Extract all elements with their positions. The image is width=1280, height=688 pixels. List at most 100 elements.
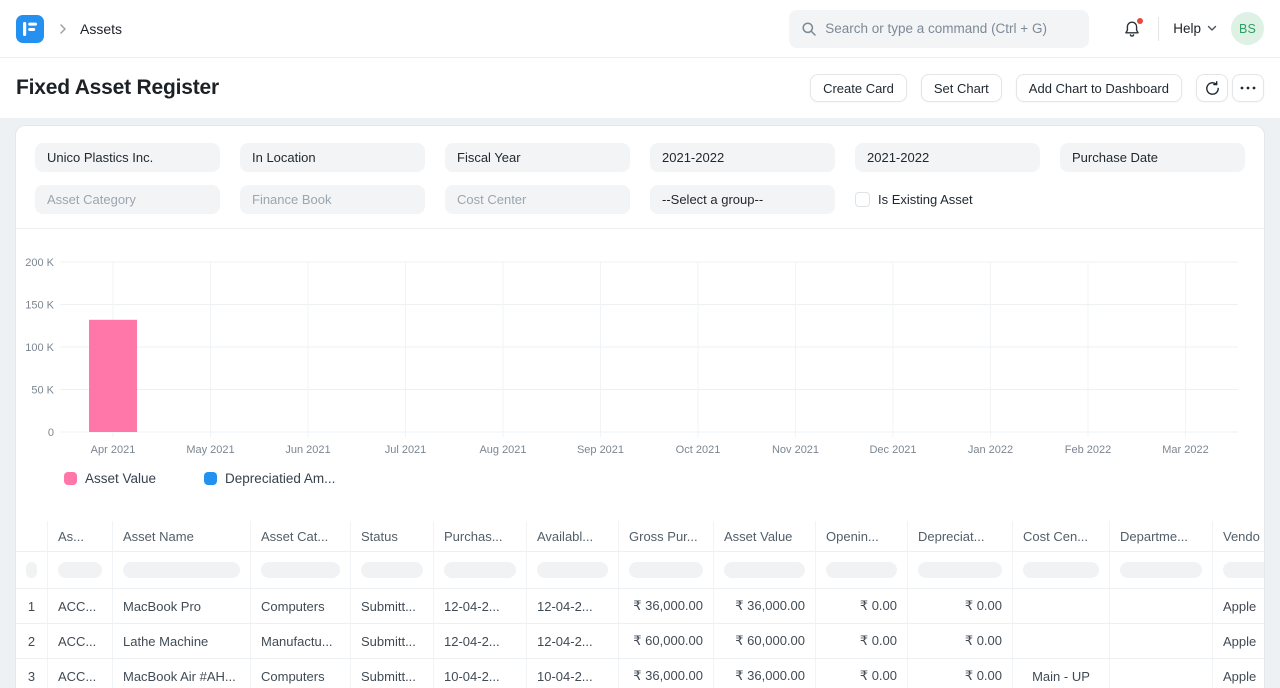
column-header[interactable]: Purchas... (433, 521, 526, 551)
search-input[interactable] (825, 21, 1077, 36)
table-cell[interactable]: ₹ 0.00 (815, 589, 907, 623)
column-header[interactable]: Openin... (815, 521, 907, 551)
set-chart-button[interactable]: Set Chart (921, 74, 1002, 102)
global-search[interactable] (789, 10, 1089, 48)
filter-asset-category[interactable]: Asset Category (35, 185, 220, 214)
column-filter-input[interactable] (537, 562, 608, 578)
table-cell[interactable]: Apple (1212, 624, 1265, 658)
column-filter-input[interactable] (26, 562, 37, 578)
table-cell[interactable] (1109, 659, 1212, 688)
column-filter-input[interactable] (58, 562, 102, 578)
table-cell[interactable]: 10-04-2... (526, 659, 618, 688)
user-avatar[interactable]: BS (1231, 12, 1264, 45)
more-options-button[interactable] (1232, 74, 1264, 102)
filter-date-based-on[interactable]: Purchase Date (1060, 143, 1245, 172)
column-header[interactable]: Asset Name (112, 521, 250, 551)
column-filter-input[interactable] (629, 562, 703, 578)
table-cell[interactable] (1109, 624, 1212, 658)
table-cell[interactable]: Submitt... (350, 624, 433, 658)
column-header[interactable]: Asset Value (713, 521, 815, 551)
filter-in-location[interactable]: In Location (240, 143, 425, 172)
column-header[interactable]: As... (47, 521, 112, 551)
notification-bell-button[interactable] (1119, 16, 1145, 42)
column-filter-input[interactable] (1023, 562, 1099, 578)
table-cell[interactable]: ₹ 36,000.00 (618, 659, 713, 688)
column-filter-input[interactable] (1120, 562, 1202, 578)
row-number[interactable]: 2 (16, 624, 47, 658)
column-filter-input[interactable] (1223, 562, 1265, 578)
filter-to-fiscal-year[interactable]: 2021-2022 (855, 143, 1040, 172)
table-cell[interactable]: MacBook Pro (112, 589, 250, 623)
filter-cost-center[interactable]: Cost Center (445, 185, 630, 214)
table-cell[interactable]: ACC... (47, 659, 112, 688)
table-cell[interactable]: ACC... (47, 589, 112, 623)
table-cell[interactable]: Submitt... (350, 589, 433, 623)
row-number-header[interactable] (16, 521, 47, 551)
column-header[interactable]: Status (350, 521, 433, 551)
table-cell[interactable]: 10-04-2... (433, 659, 526, 688)
table-cell[interactable]: ₹ 60,000.00 (713, 624, 815, 658)
legend-item[interactable]: Depreciatied Am... (204, 471, 335, 486)
table-cell[interactable]: 12-04-2... (433, 624, 526, 658)
table-cell[interactable] (1012, 589, 1109, 623)
table-cell[interactable]: Computers (250, 659, 350, 688)
table-cell[interactable]: ACC... (47, 624, 112, 658)
create-card-button[interactable]: Create Card (810, 74, 907, 102)
column-header[interactable]: Depreciat... (907, 521, 1012, 551)
filter-finance-book[interactable]: Finance Book (240, 185, 425, 214)
table-cell[interactable]: MacBook Air #AH... (112, 659, 250, 688)
table-cell[interactable]: Computers (250, 589, 350, 623)
column-header[interactable]: Gross Pur... (618, 521, 713, 551)
column-filter-cell (618, 552, 713, 588)
filter-company[interactable]: Unico Plastics Inc. (35, 143, 220, 172)
column-filter-input[interactable] (724, 562, 805, 578)
column-header[interactable]: Departme... (1109, 521, 1212, 551)
add-chart-to-dashboard-button[interactable]: Add Chart to Dashboard (1016, 74, 1182, 102)
table-cell[interactable]: ₹ 36,000.00 (713, 589, 815, 623)
table-cell[interactable]: ₹ 60,000.00 (618, 624, 713, 658)
legend-item[interactable]: Asset Value (64, 471, 156, 486)
table-cell[interactable]: Manufactu... (250, 624, 350, 658)
table-cell[interactable]: ₹ 36,000.00 (713, 659, 815, 688)
row-number[interactable]: 1 (16, 589, 47, 623)
table-cell[interactable] (1012, 624, 1109, 658)
column-header[interactable]: Asset Cat... (250, 521, 350, 551)
column-header[interactable]: Vendo (1212, 521, 1265, 551)
row-number[interactable]: 3 (16, 659, 47, 688)
table-cell[interactable]: 12-04-2... (526, 589, 618, 623)
column-header[interactable]: Availabl... (526, 521, 618, 551)
table-cell[interactable]: Apple (1212, 659, 1265, 688)
column-filter-input[interactable] (361, 562, 423, 578)
filter-group-by[interactable]: --Select a group-- (650, 185, 835, 214)
table-cell[interactable]: 12-04-2... (526, 624, 618, 658)
filter-from-fiscal-year[interactable]: 2021-2022 (650, 143, 835, 172)
svg-text:Jan 2022: Jan 2022 (968, 444, 1013, 456)
column-filter-input[interactable] (261, 562, 340, 578)
table-row: 1ACC...MacBook ProComputersSubmitt...12-… (16, 589, 1265, 624)
table-cell[interactable]: ₹ 0.00 (815, 659, 907, 688)
breadcrumb[interactable]: Assets (80, 21, 122, 37)
table-cell[interactable]: Apple (1212, 589, 1265, 623)
table-cell[interactable]: ₹ 36,000.00 (618, 589, 713, 623)
is-existing-asset-checkbox[interactable] (855, 192, 870, 207)
table-cell[interactable]: Submitt... (350, 659, 433, 688)
table-cell[interactable]: Main - UP (1012, 659, 1109, 688)
app-logo[interactable] (16, 15, 44, 43)
table-cell[interactable]: 12-04-2... (433, 589, 526, 623)
refresh-button[interactable] (1196, 74, 1228, 102)
asset-bar-chart[interactable]: 050 K100 K150 K200 KApr 2021May 2021Jun … (16, 229, 1264, 461)
table-cell[interactable]: ₹ 0.00 (815, 624, 907, 658)
table-cell[interactable]: ₹ 0.00 (907, 659, 1012, 688)
column-header[interactable]: Cost Cen... (1012, 521, 1109, 551)
column-filter-input[interactable] (444, 562, 516, 578)
table-cell[interactable]: ₹ 0.00 (907, 624, 1012, 658)
column-filter-input[interactable] (123, 562, 240, 578)
help-menu[interactable]: Help (1173, 21, 1217, 36)
column-filter-input[interactable] (826, 562, 897, 578)
svg-text:Mar 2022: Mar 2022 (1162, 444, 1208, 456)
table-cell[interactable]: ₹ 0.00 (907, 589, 1012, 623)
column-filter-input[interactable] (918, 562, 1002, 578)
filter-fiscal-year[interactable]: Fiscal Year (445, 143, 630, 172)
table-cell[interactable] (1109, 589, 1212, 623)
table-cell[interactable]: Lathe Machine (112, 624, 250, 658)
